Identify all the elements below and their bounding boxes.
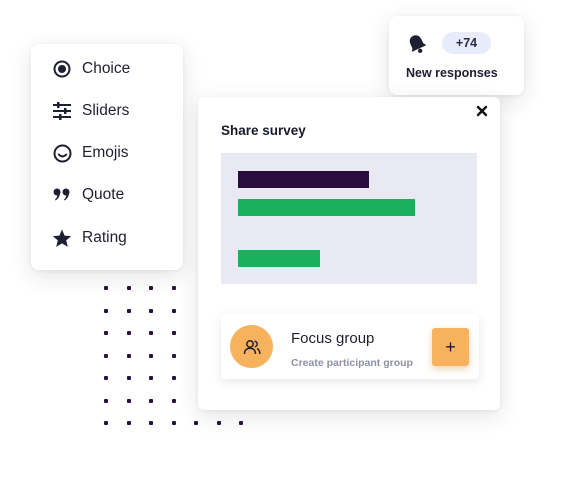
dot [104, 398, 108, 403]
dot [126, 286, 131, 290]
survey-preview [221, 153, 477, 284]
dot [171, 353, 176, 358]
share-survey-panel: Share survey Focus group Create particip… [198, 97, 500, 410]
dot [126, 331, 131, 335]
dot [216, 421, 221, 425]
dot [104, 331, 108, 335]
dot [171, 376, 176, 380]
dot [149, 308, 153, 313]
dot [171, 331, 176, 335]
menu-item-rating[interactable]: Rating [51, 224, 127, 252]
dot [149, 421, 153, 425]
dot [171, 286, 176, 290]
smiley-icon [51, 142, 73, 164]
dot [171, 398, 176, 403]
menu-item-label: Rating [82, 229, 127, 246]
notification-title: New responses [406, 66, 498, 80]
question-type-menu: Choice Sliders Emojis Quote Rating [31, 44, 183, 270]
menu-item-label: Sliders [82, 102, 130, 119]
preview-bar [238, 199, 415, 216]
quote-icon [51, 184, 73, 206]
bell-icon [406, 33, 428, 60]
radio-icon [51, 58, 73, 80]
sliders-icon [51, 100, 73, 122]
dot [149, 353, 153, 358]
menu-item-quote[interactable]: Quote [51, 181, 124, 209]
dot [104, 308, 108, 313]
menu-item-label: Emojis [82, 144, 129, 161]
dot [239, 421, 243, 425]
focus-group-subtitle: Create participant group [291, 357, 413, 369]
dot [126, 308, 131, 313]
dot [149, 286, 153, 290]
response-count-badge: +74 [442, 32, 491, 54]
menu-item-sliders[interactable]: Sliders [51, 97, 129, 125]
preview-bar [238, 171, 369, 188]
menu-item-label: Choice [82, 60, 131, 77]
dot [171, 421, 176, 425]
star-icon [51, 227, 73, 249]
users-icon [230, 325, 273, 368]
dot [149, 398, 153, 403]
menu-item-choice[interactable]: Choice [51, 55, 130, 83]
preview-bar [238, 250, 320, 267]
dot [104, 376, 108, 380]
focus-group-card: Focus group Create participant group + [221, 314, 479, 379]
dot [126, 376, 131, 380]
new-responses-notification[interactable]: +74 New responses [389, 16, 524, 95]
dot [126, 421, 131, 425]
dot [194, 421, 198, 425]
dot [104, 421, 108, 425]
dot [149, 331, 153, 335]
close-icon[interactable] [475, 104, 491, 120]
focus-group-title: Focus group [291, 330, 375, 347]
dot [104, 353, 108, 358]
panel-title: Share survey [221, 123, 306, 138]
dot [171, 308, 176, 313]
dot [149, 376, 153, 380]
menu-item-emojis[interactable]: Emojis [51, 139, 129, 167]
dot [126, 353, 131, 358]
dot [104, 286, 108, 290]
menu-item-label: Quote [82, 186, 125, 203]
add-participant-group-button[interactable]: + [432, 328, 469, 366]
dot [126, 398, 131, 403]
